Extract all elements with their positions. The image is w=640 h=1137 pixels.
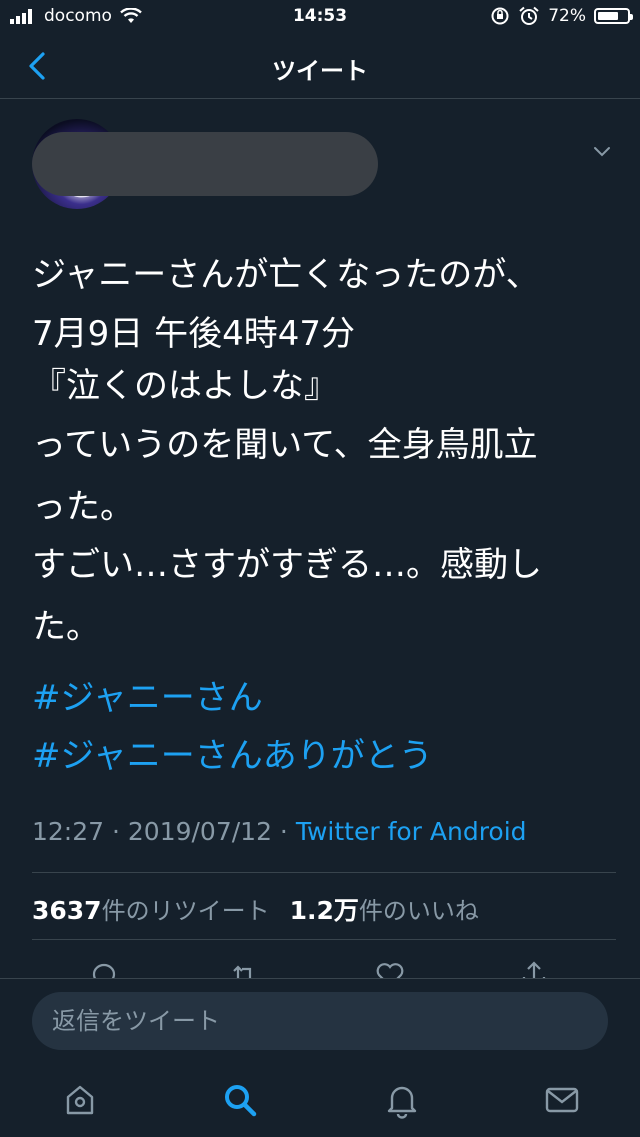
tweet-text-line: 7月9日 午後4時47分 bbox=[32, 314, 355, 354]
messages-icon[interactable] bbox=[542, 1080, 582, 1120]
divider bbox=[32, 872, 616, 873]
search-icon[interactable] bbox=[220, 1080, 260, 1120]
home-icon[interactable] bbox=[60, 1080, 100, 1120]
tweet-stats: 3637件のリツイート 1.2万件のいいね bbox=[32, 891, 479, 927]
battery-icon bbox=[594, 8, 633, 24]
reply-icon[interactable] bbox=[88, 959, 120, 980]
chevron-down-icon[interactable] bbox=[590, 139, 614, 163]
tweet-source-link[interactable]: Twitter for Android bbox=[296, 817, 527, 846]
page-title: ツイート bbox=[272, 57, 368, 85]
tweet-text-line: た。 bbox=[32, 607, 100, 647]
tweet-text-line: ジャニーさんが亡くなったのが、 bbox=[32, 255, 540, 295]
reply-bar bbox=[0, 978, 640, 1064]
tweet-actions bbox=[0, 955, 640, 980]
tweet-meta: 12:27 · 2019/07/12 · Twitter for Android bbox=[32, 817, 527, 846]
tweet-text-line: 『泣くのはよしな』 bbox=[32, 366, 338, 406]
hashtag-link[interactable]: #ジャニーさん bbox=[32, 669, 433, 727]
retweet-count[interactable]: 3637 bbox=[32, 896, 102, 925]
orientation-lock-icon bbox=[491, 7, 509, 25]
tweet-text: ジャニーさんが亡くなったのが、 7月9日 午後4時47分 『泣くのはよしな』 っ… bbox=[32, 244, 622, 658]
like-icon[interactable] bbox=[374, 959, 406, 980]
battery-percent: 72% bbox=[548, 6, 586, 26]
like-count[interactable]: 1.2万 bbox=[290, 896, 359, 925]
share-icon[interactable] bbox=[518, 959, 550, 980]
hashtag-list: #ジャニーさん #ジャニーさんありがとう bbox=[32, 669, 433, 785]
redacted-username bbox=[32, 132, 378, 196]
tweet-text-line: っていうのを聞いて、全身鳥肌立 bbox=[32, 425, 538, 465]
retweet-label[interactable]: 件のリツイート bbox=[102, 897, 270, 925]
reply-input[interactable] bbox=[32, 992, 608, 1050]
notifications-icon[interactable] bbox=[382, 1080, 422, 1120]
status-bar: docomo 14:53 72% bbox=[0, 0, 640, 34]
battery-level bbox=[598, 12, 618, 20]
tweet-text-line: すごい…さすがすぎる…。感動し bbox=[32, 545, 542, 585]
tweet-text-line: った。 bbox=[32, 487, 134, 527]
tweet-timestamp: 12:27 · 2019/07/12 · bbox=[32, 817, 296, 846]
retweet-icon[interactable] bbox=[228, 959, 260, 980]
like-label[interactable]: 件のいいね bbox=[359, 897, 479, 925]
tab-bar bbox=[0, 1063, 640, 1137]
divider bbox=[32, 939, 616, 940]
nav-header: ツイート bbox=[0, 34, 640, 99]
alarm-icon bbox=[519, 6, 539, 25]
hashtag-link[interactable]: #ジャニーさんありがとう bbox=[32, 727, 433, 785]
